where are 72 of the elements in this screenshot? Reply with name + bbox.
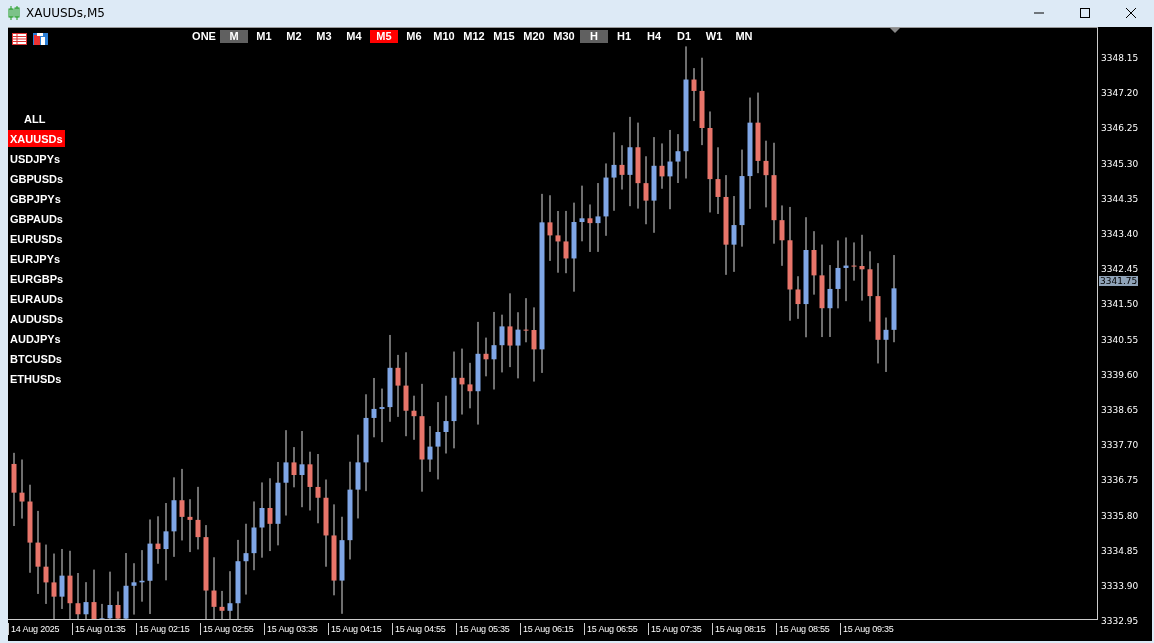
symbol-button[interactable]: EURUSDs [8, 230, 65, 247]
price-label: 3344.35 [1101, 193, 1139, 204]
price-label: 3332.95 [1101, 616, 1139, 627]
timeframe-button[interactable]: MN [730, 30, 758, 43]
floppy-icon[interactable] [33, 33, 48, 45]
symbol-button[interactable]: AUDJPYs [8, 330, 63, 347]
time-label: 15 Aug 07:35 [648, 623, 702, 635]
maximize-icon[interactable] [1080, 8, 1090, 18]
price-label: 3339.60 [1101, 369, 1139, 380]
all-symbols-button[interactable]: ALL [22, 110, 48, 127]
price-label: 3337.70 [1101, 440, 1139, 451]
list-icon[interactable] [12, 33, 27, 45]
timeframe-button[interactable]: D1 [670, 30, 698, 43]
timeframe-group-button[interactable]: H [580, 30, 608, 43]
symbol-button[interactable]: BTCUSDs [8, 350, 64, 367]
current-price-tag: 3341.75 [1099, 276, 1139, 286]
price-label: 3335.80 [1101, 510, 1139, 521]
timeframe-button[interactable]: M30 [550, 30, 578, 43]
time-label: 15 Aug 05:35 [456, 623, 510, 635]
timeframe-button[interactable]: ONE [190, 30, 218, 43]
symbol-button[interactable]: USDJPYs [8, 150, 63, 167]
symbol-button[interactable]: EURJPYs [8, 250, 63, 267]
time-label: 15 Aug 04:15 [328, 623, 382, 635]
timeframe-button[interactable]: M6 [400, 30, 428, 43]
time-label: 14 Aug 2025 [8, 623, 60, 635]
timeframe-group-button[interactable]: M [220, 30, 248, 43]
time-label: 15 Aug 08:15 [712, 623, 766, 635]
time-label: 15 Aug 02:55 [200, 623, 254, 635]
close-icon[interactable] [1126, 8, 1136, 18]
time-label: 15 Aug 08:55 [776, 623, 830, 635]
time-label: 15 Aug 09:35 [840, 623, 894, 635]
time-label: 15 Aug 02:15 [136, 623, 190, 635]
price-label: 3343.40 [1101, 229, 1139, 239]
price-label: 3346.25 [1101, 123, 1139, 134]
price-label: 3347.20 [1101, 88, 1139, 99]
timeframe-button[interactable]: H1 [610, 30, 638, 43]
timeframe-button[interactable]: M5 [370, 30, 398, 43]
symbol-button[interactable]: GBPUSDs [8, 170, 66, 187]
symbol-button[interactable]: XAUUSDs [8, 130, 65, 147]
price-label: 3334.85 [1101, 545, 1139, 556]
candlestick-icon [8, 6, 20, 20]
time-label: 15 Aug 06:55 [584, 623, 638, 635]
price-label: 3340.55 [1101, 334, 1139, 345]
symbol-button[interactable]: EURGBPs [8, 270, 66, 287]
window-title: XAUUSDs,M5 [26, 6, 105, 20]
time-label: 15 Aug 04:55 [392, 623, 446, 635]
timeframe-button[interactable]: M1 [250, 30, 278, 43]
timeframe-button[interactable]: M15 [490, 30, 518, 43]
price-label: 3333.90 [1101, 581, 1139, 591]
price-label: 3338.65 [1101, 405, 1139, 415]
timeframe-button[interactable]: M4 [340, 30, 368, 43]
symbol-button[interactable]: GBPAUDs [8, 210, 65, 227]
time-label: 15 Aug 06:15 [520, 623, 574, 635]
price-label: 3345.30 [1101, 158, 1139, 169]
timeframe-button[interactable]: W1 [700, 30, 728, 43]
symbol-button[interactable]: AUDUSDs [8, 310, 66, 327]
price-label: 3341.50 [1101, 299, 1139, 310]
time-label: 15 Aug 03:35 [264, 623, 318, 635]
symbol-button[interactable]: ETHUSDs [8, 370, 64, 387]
symbol-button[interactable]: EURAUDs [8, 290, 66, 307]
timeframe-button[interactable]: H4 [640, 30, 668, 43]
timeframe-button[interactable]: M10 [430, 30, 458, 43]
time-label: 15 Aug 01:35 [72, 623, 126, 635]
price-label: 3336.75 [1101, 475, 1139, 486]
timeframe-button[interactable]: M2 [280, 30, 308, 43]
timeframe-button[interactable]: M12 [460, 30, 488, 43]
timeframe-button[interactable]: M3 [310, 30, 338, 43]
symbol-button[interactable]: GBPJPYs [8, 190, 63, 207]
price-label: 3342.45 [1101, 264, 1139, 275]
price-label: 3348.15 [1101, 53, 1139, 63]
timeframe-button[interactable]: M20 [520, 30, 548, 43]
triangle-marker-icon[interactable] [890, 28, 900, 33]
